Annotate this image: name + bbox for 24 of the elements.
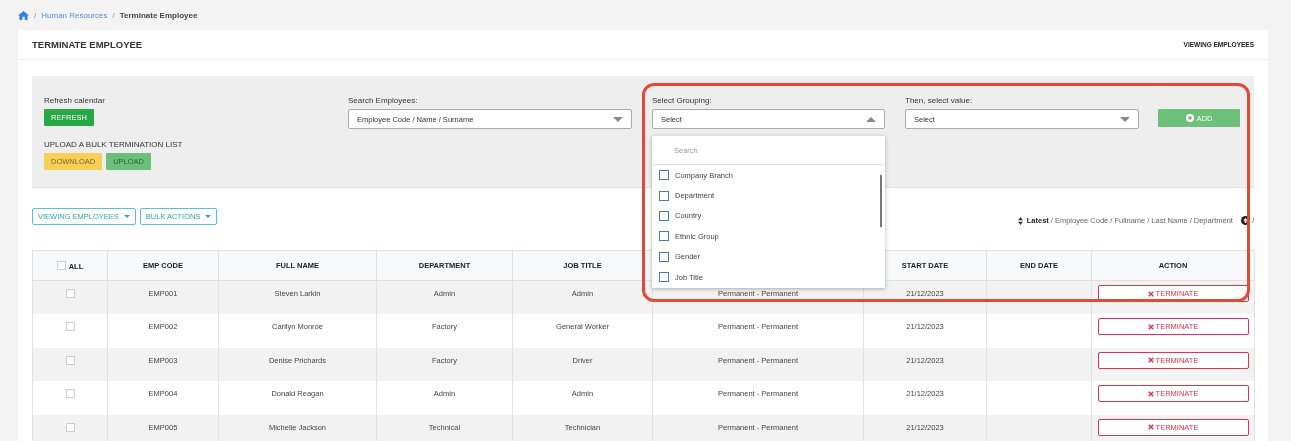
value-label: Then, select value: [905,96,974,105]
x-icon [1147,290,1154,297]
grouping-label: Select Grouping: [652,96,713,105]
scrollbar[interactable] [880,175,882,227]
plus-circle-icon [1185,114,1194,122]
card-title: TERMINATE EMPLOYEE [32,39,143,50]
breadcrumb-separator: / [112,10,115,20]
breadcrumb-separator: / [34,10,37,20]
x-icon [1147,357,1154,363]
x-icon [1147,323,1154,330]
refresh-label: Refresh calendar [44,96,106,105]
row-checkbox[interactable] [65,289,75,298]
x-icon [1147,390,1154,397]
row-checkbox[interactable] [65,389,75,398]
sort-icon [1017,216,1023,225]
row-checkbox[interactable] [65,322,75,331]
upload-label: UPLOAD A BULK TERMINATION LIST [44,140,184,149]
row-checkbox[interactable] [65,422,75,432]
home-icon[interactable] [18,10,29,20]
breadcrumb-current: Terminate Employee [119,10,198,20]
arrow-up-circle-icon[interactable] [1240,216,1250,225]
row-checkbox[interactable] [65,355,75,365]
search-label: Search Employees: [348,96,419,105]
x-icon [1147,424,1154,430]
